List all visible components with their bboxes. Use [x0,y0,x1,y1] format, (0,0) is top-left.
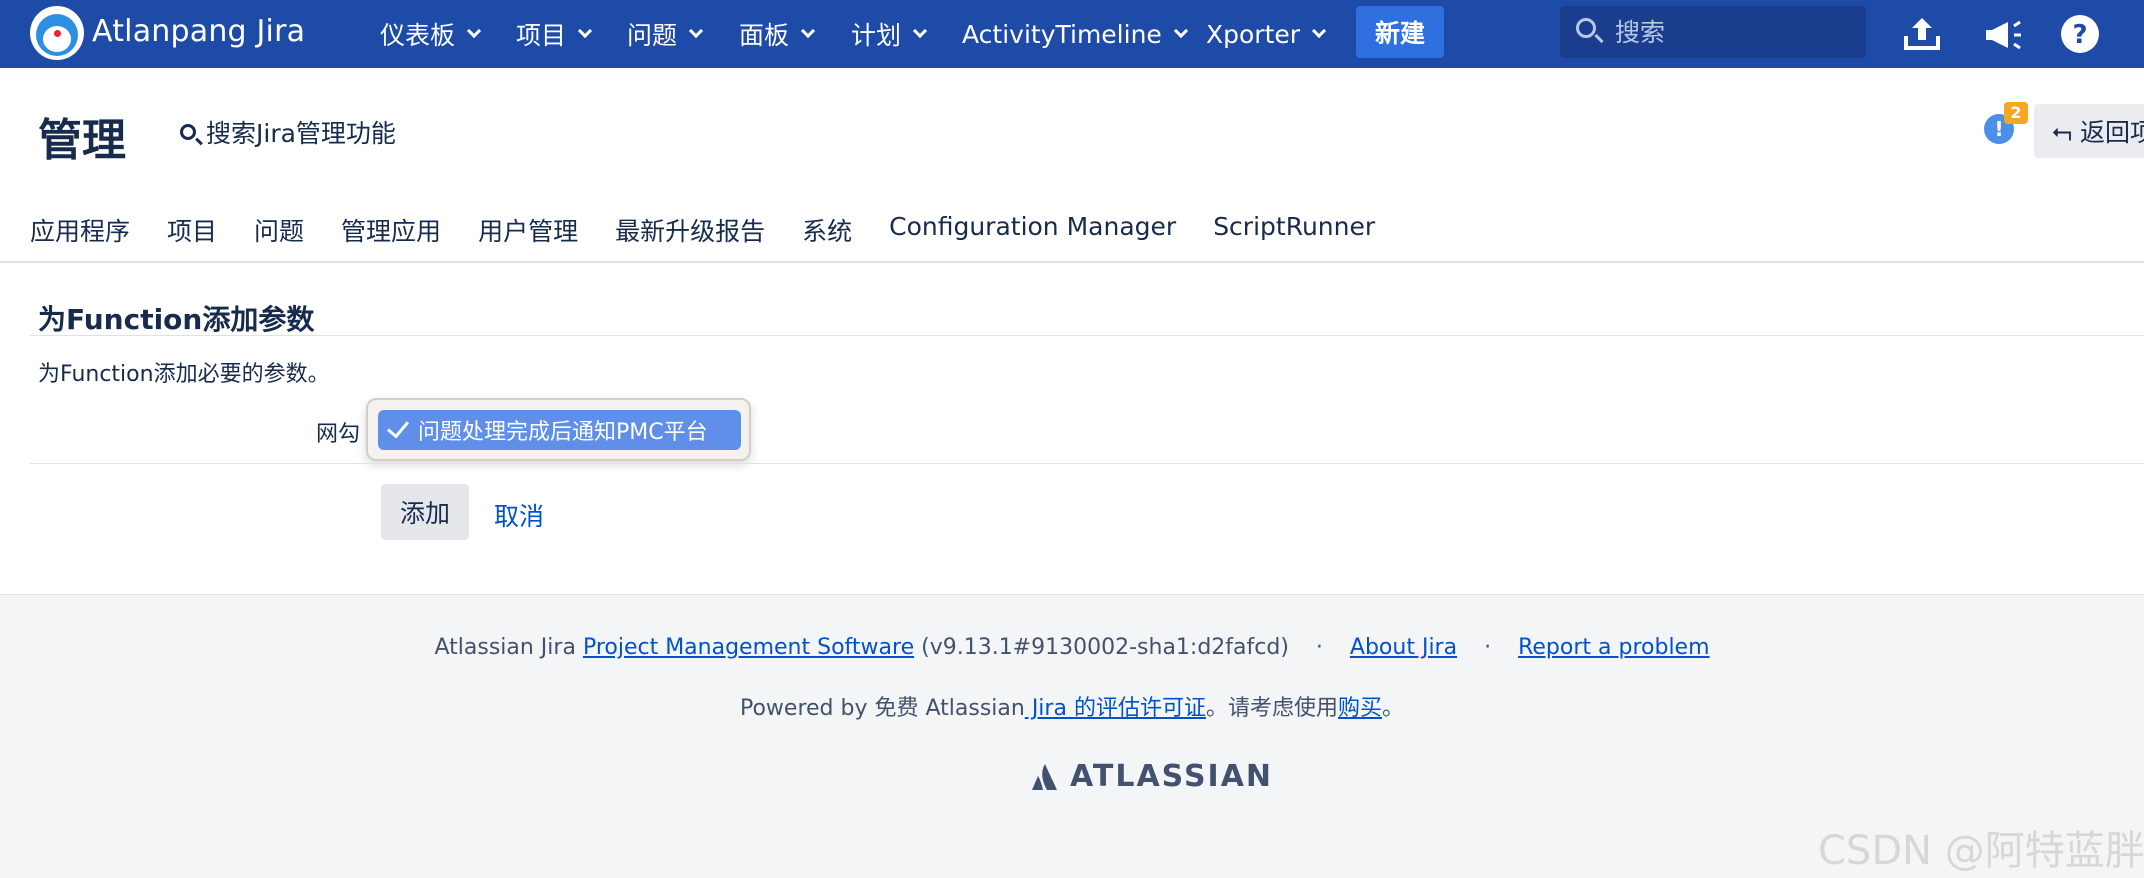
brand-name[interactable]: Atlanpang Jira [92,14,305,49]
separator-dot: · [1484,635,1492,660]
webhook-select[interactable]: 问题处理完成后通知PMC平台 [366,398,751,461]
tab-applications[interactable]: 应用程序 [30,212,130,252]
watermark: CSDN @阿特蓝胖 [1818,828,2144,874]
atlassian-logo[interactable]: ATLASSIAN [1030,759,1273,794]
create-button[interactable]: 新建 [1356,6,1444,58]
tab-upgrade-report[interactable]: 最新升级报告 [615,212,765,252]
tab-projects[interactable]: 项目 [167,212,217,252]
tab-system[interactable]: 系统 [802,212,852,252]
footer-product: Atlassian Jira [434,635,576,660]
atlassian-logo-text: ATLASSIAN [1070,759,1274,794]
back-to-project-button[interactable]: ⮢ 返回项 [2034,104,2144,158]
svg-text:?: ? [2072,20,2087,50]
option-label: 问题处理完成后通知PMC平台 [418,420,708,445]
menu-issues[interactable]: 问题 [627,0,704,68]
evaluation-license-link[interactable]: Jira 的评估许可证 [1025,696,1206,721]
footer-period: 。 [1381,696,1404,721]
report-problem-link[interactable]: Report a problem [1518,635,1709,660]
tab-user-management[interactable]: 用户管理 [478,212,578,252]
tab-issues[interactable]: 问题 [254,212,304,252]
tab-manage-apps[interactable]: 管理应用 [341,212,441,252]
atlassian-logo-icon [1032,763,1057,790]
add-button[interactable]: 添加 [381,484,469,540]
tab-configuration-manager[interactable]: Configuration Manager [889,212,1176,252]
footer-consider: 。请考虑使用 [1205,696,1338,721]
search-icon [1576,18,1596,38]
page-title: 管理 [38,115,126,166]
admin-tabs: 应用程序 项目 问题 管理应用 用户管理 最新升级报告 系统 Configura… [30,212,1412,252]
menu-dashboards[interactable]: 仪表板 [380,0,482,68]
divider [0,261,2144,263]
chevron-down-icon [466,23,482,39]
menu-label: 仪表板 [380,21,456,50]
megaphone-icon[interactable] [1978,10,2026,58]
upload-icon[interactable] [1898,10,1946,58]
about-jira-link[interactable]: About Jira [1350,635,1457,660]
chevron-down-icon [577,23,593,39]
menu-label: 项目 [516,21,567,50]
menu-label: 面板 [739,21,790,50]
buy-link[interactable]: 购买 [1338,696,1382,721]
tab-scriptrunner[interactable]: ScriptRunner [1213,212,1375,252]
menu-label: 问题 [627,21,678,50]
notification-badge: 2 [2004,102,2028,124]
form-description: 为Function添加必要的参数。 [38,362,330,387]
cancel-link[interactable]: 取消 [494,497,544,533]
footer-line-license: Powered by 免费 Atlassian Jira 的评估许可证。请考虑使… [0,690,2144,722]
footer-powered-by: Powered by 免费 Atlassian [739,696,1025,721]
back-button-label: 返回项 [2080,118,2144,147]
menu-boards[interactable]: 面板 [739,0,816,68]
project-management-link[interactable]: Project Management Software [583,635,914,660]
back-arrow-icon: ⮢ [2052,116,2073,145]
doraemon-avatar-logo[interactable] [30,6,84,60]
menu-xporter[interactable]: Xporter [1206,0,1327,68]
chevron-down-icon [1311,23,1327,39]
divider [30,463,2144,464]
chevron-down-icon [688,23,704,39]
top-navigation-bar: Atlanpang Jira 仪表板 项目 问题 面板 计划 ActivityT… [0,0,2144,68]
menu-label: ActivityTimeline [962,19,1162,49]
divider [30,335,2144,336]
footer-line-version: Atlassian Jira Project Management Softwa… [0,635,2144,660]
search-input[interactable] [1615,6,1855,58]
search-icon [180,124,196,140]
admin-search-label: 搜索Jira管理功能 [206,119,396,148]
search-field[interactable] [1560,6,1866,58]
menu-label: 计划 [851,21,902,50]
webhook-option-selected[interactable]: 问题处理完成后通知PMC平台 [378,410,741,450]
menu-activitytimeline[interactable]: ActivityTimeline [962,0,1188,68]
separator-dot: · [1315,635,1323,660]
footer-version: (v9.13.1#9130002-sha1:d2fafcd) [921,635,1289,660]
checkmark-icon [386,415,410,439]
help-icon[interactable]: ? [2056,10,2104,58]
chevron-down-icon [912,23,928,39]
menu-plans[interactable]: 计划 [851,0,928,68]
admin-search-link[interactable]: 搜索Jira管理功能 [180,114,396,150]
form-heading: 为Function添加参数 [38,303,315,336]
chevron-down-icon [800,23,816,39]
menu-projects[interactable]: 项目 [516,0,593,68]
webhook-field-label: 网勾 [316,422,361,447]
chevron-down-icon [1173,23,1188,39]
menu-label: Xporter [1206,19,1301,49]
